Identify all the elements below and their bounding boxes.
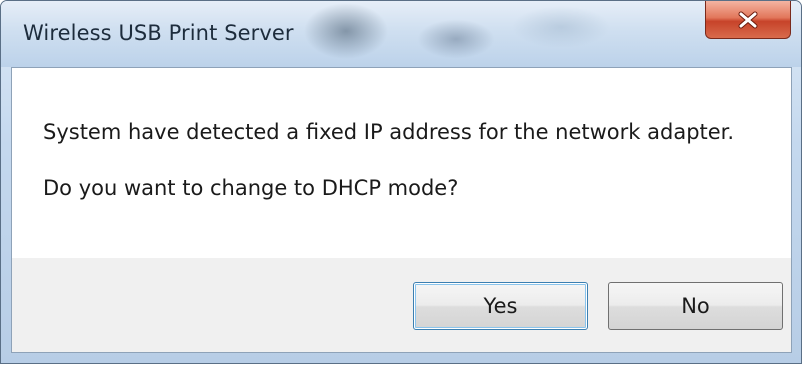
yes-button[interactable]: Yes: [413, 282, 588, 330]
close-button[interactable]: [705, 1, 791, 39]
message-area: System have detected a fixed IP address …: [12, 68, 791, 258]
title-bar[interactable]: Wireless USB Print Server: [1, 1, 801, 67]
dialog-window: Wireless USB Print Server System have de…: [0, 0, 802, 364]
window-title: Wireless USB Print Server: [23, 21, 294, 45]
close-icon: [737, 11, 759, 29]
message-line-dhcp-question: Do you want to change to DHCP mode?: [43, 176, 459, 200]
dialog-client-area: System have detected a fixed IP address …: [11, 67, 792, 353]
no-button[interactable]: No: [608, 282, 783, 330]
message-line-fixed-ip: System have detected a fixed IP address …: [43, 120, 735, 144]
